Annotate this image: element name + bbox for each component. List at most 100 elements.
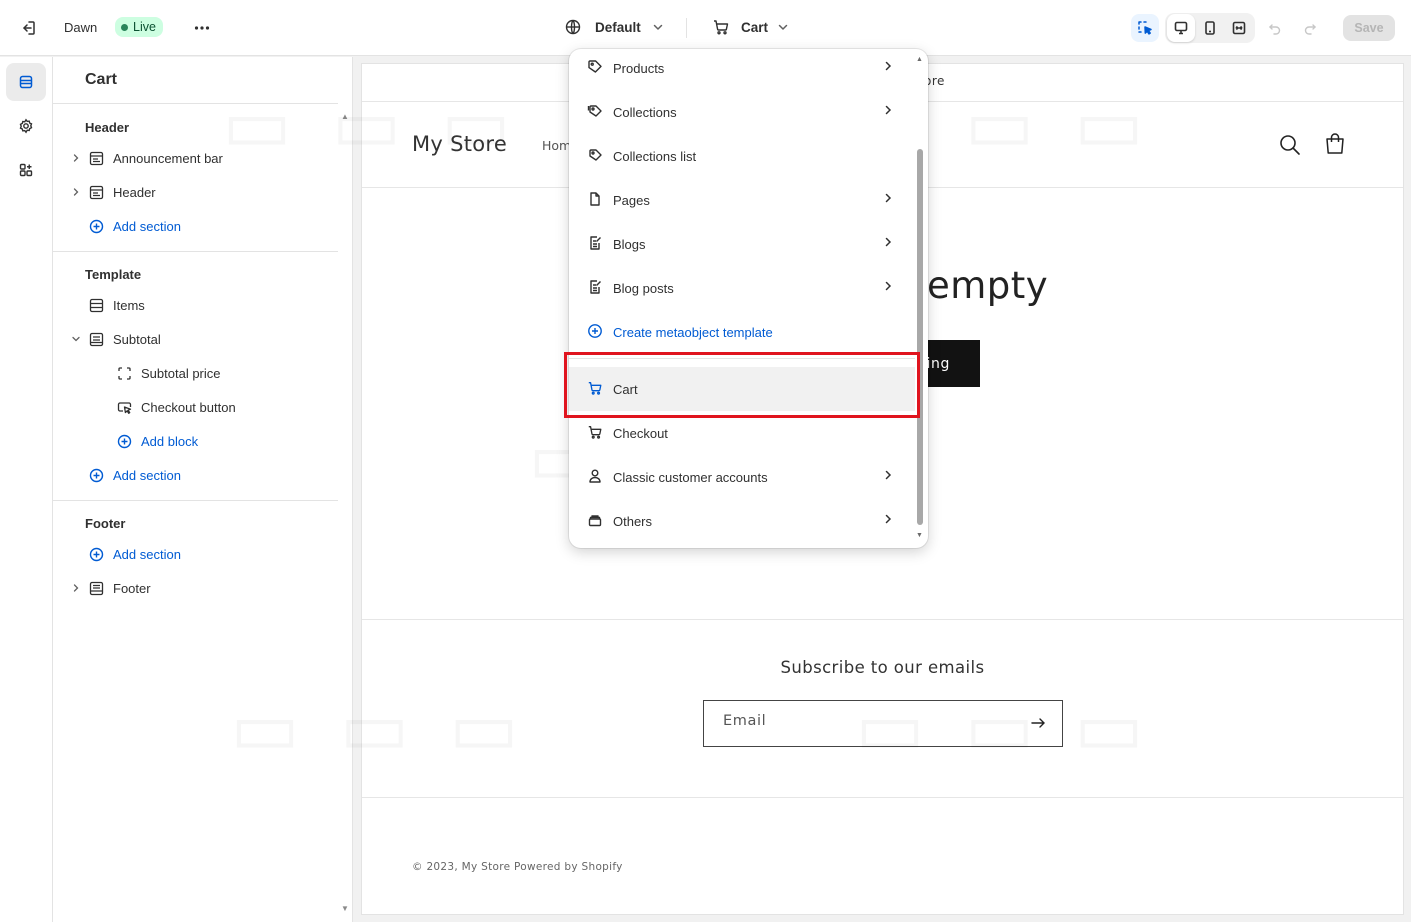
chevron-down-icon [653, 24, 663, 30]
divider [53, 500, 338, 501]
menu-item-label: Classic customer accounts [613, 469, 768, 485]
menu-item-collections-list[interactable]: Collections list [569, 134, 915, 178]
add-section-template-button[interactable]: Add section [87, 461, 181, 489]
add-section-footer-button[interactable]: Add section [87, 540, 181, 568]
block-checkout-button[interactable]: Checkout button [115, 393, 236, 421]
section-layout-icon [87, 296, 105, 314]
tag-icon [586, 58, 604, 76]
store-logo[interactable]: My Store [412, 132, 507, 156]
section-label: Announcement bar [113, 150, 223, 166]
cart-icon [714, 20, 729, 35]
nav-link-home[interactable]: Hom [542, 138, 571, 153]
status-dot-icon [121, 23, 128, 31]
divider [53, 251, 338, 252]
dropdown-scroll-thumb[interactable] [917, 149, 923, 525]
settings-rail-button[interactable] [6, 107, 46, 145]
menu-item-others[interactable]: Others [569, 499, 915, 543]
plus-circle-icon [87, 545, 105, 563]
undo-button[interactable] [1262, 14, 1288, 42]
group-title-header: Header [85, 120, 130, 135]
cart-icon [586, 379, 604, 397]
template-selector[interactable]: Default [564, 18, 665, 36]
mobile-view-button[interactable] [1196, 14, 1224, 42]
gear-icon [19, 118, 33, 134]
section-footer[interactable]: Footer [69, 574, 151, 602]
save-button[interactable]: Save [1343, 15, 1395, 41]
scroll-up-arrow-icon[interactable]: ▲ [916, 56, 923, 63]
live-badge-label: Live [133, 20, 156, 34]
menu-item-pages[interactable]: Pages [569, 178, 915, 222]
inspector-toggle[interactable] [1131, 14, 1159, 42]
chevron-right-icon[interactable] [69, 153, 83, 163]
menu-item-label: Create metaobject template [613, 324, 773, 340]
group-title-footer: Footer [85, 516, 126, 531]
block-subtotal-price[interactable]: Subtotal price [115, 359, 221, 387]
chevron-right-icon[interactable] [69, 187, 83, 197]
page-icon [586, 190, 604, 208]
section-items[interactable]: Items [87, 291, 145, 319]
chevron-right-icon [882, 469, 894, 484]
more-actions-icon[interactable] [188, 14, 216, 42]
cart-bag-icon[interactable] [1323, 132, 1347, 160]
menu-item-blog-posts[interactable]: Blog posts [569, 266, 915, 310]
chevron-right-icon [882, 60, 894, 75]
search-icon[interactable] [1279, 134, 1301, 160]
add-section-label: Add section [113, 467, 181, 483]
sections-sidebar: Cart Header Announcement bar Header Add … [53, 57, 353, 922]
scroll-up-arrow-icon[interactable]: ▲ [341, 112, 349, 121]
menu-item-label: Cart [613, 381, 638, 397]
add-block-button[interactable]: Add block [115, 427, 198, 455]
live-badge: Live [115, 17, 163, 37]
menu-item-label: Pages [613, 192, 650, 208]
sections-rail-button[interactable] [6, 63, 46, 101]
add-section-header-button[interactable]: Add section [87, 212, 181, 240]
template-picker-dropdown: Products Collections Collections list Pa… [569, 49, 928, 548]
menu-item-blogs[interactable]: Blogs [569, 222, 915, 266]
section-label: Items [113, 297, 145, 313]
chevron-right-icon [882, 236, 894, 251]
section-header[interactable]: Header [69, 178, 156, 206]
chevron-right-icon [882, 192, 894, 207]
left-rail [0, 57, 53, 922]
collections-icon [586, 102, 604, 120]
group-title-template: Template [85, 267, 142, 282]
block-label: Checkout button [141, 399, 236, 415]
collections-list-icon [586, 146, 604, 164]
menu-item-products[interactable]: Products [569, 49, 915, 90]
scroll-down-arrow-icon[interactable]: ▼ [341, 904, 349, 913]
others-icon [586, 511, 604, 529]
section-label: Footer [113, 580, 151, 596]
apps-rail-button[interactable] [6, 151, 46, 189]
add-block-label: Add block [141, 433, 199, 449]
chevron-down-icon [778, 24, 788, 30]
menu-item-cart[interactable]: Cart [569, 367, 915, 411]
mobile-icon [1205, 21, 1215, 35]
chevron-right-icon[interactable] [69, 583, 83, 593]
add-section-label: Add section [113, 546, 181, 562]
divider [362, 797, 1403, 798]
section-label: Header [113, 184, 156, 200]
section-subtotal[interactable]: Subtotal [69, 325, 161, 353]
menu-item-label: Collections list [613, 148, 697, 164]
menu-item-collections[interactable]: Collections [569, 90, 915, 134]
chevron-right-icon [882, 513, 894, 528]
block-label: Subtotal price [141, 365, 221, 381]
page-selector[interactable]: Cart [712, 18, 790, 36]
menu-item-label: Blogs [613, 236, 646, 252]
menu-item-create-metaobject-template[interactable]: Create metaobject template [569, 310, 915, 354]
scroll-down-arrow-icon[interactable]: ▼ [916, 532, 923, 539]
exit-icon[interactable] [14, 14, 42, 42]
arrow-right-icon[interactable] [1029, 714, 1047, 736]
desktop-view-button[interactable] [1167, 14, 1195, 42]
menu-item-checkout[interactable]: Checkout [569, 411, 915, 455]
section-announcement-bar[interactable]: Announcement bar [69, 144, 223, 172]
email-field[interactable] [723, 713, 1013, 729]
menu-item-classic-customer-accounts[interactable]: Classic customer accounts [569, 455, 915, 499]
chevron-down-icon[interactable] [69, 334, 83, 344]
fullscreen-view-button[interactable] [1225, 14, 1253, 42]
button-cursor-icon [115, 398, 133, 416]
redo-button[interactable] [1297, 14, 1323, 42]
page-selector-label: Cart [741, 19, 769, 35]
plus-circle-icon [586, 322, 604, 340]
add-section-label: Add section [113, 218, 181, 234]
